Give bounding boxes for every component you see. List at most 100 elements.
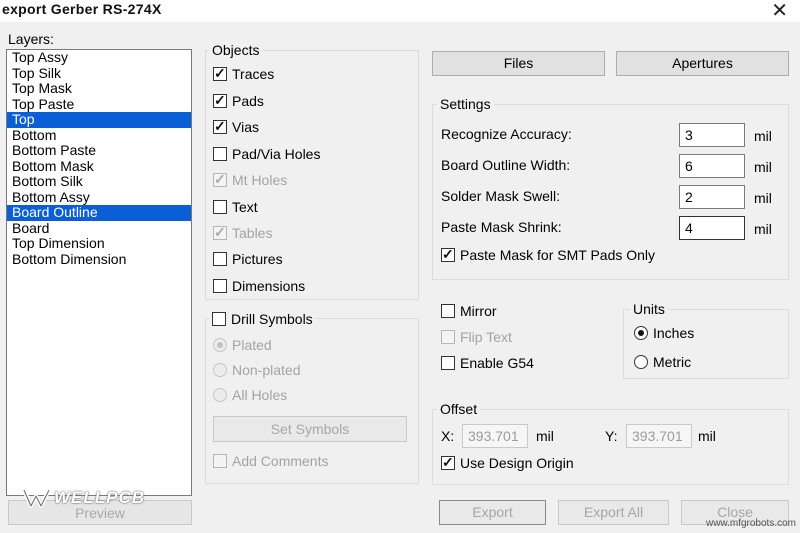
- layer-item-top-paste[interactable]: Top Paste: [7, 96, 191, 113]
- layer-item-bottom-paste[interactable]: Bottom Paste: [7, 142, 191, 159]
- pad-via-holes-checkbox[interactable]: Pad/Via Holes: [213, 146, 320, 162]
- layer-item-top-assy[interactable]: Top Assy: [7, 49, 191, 66]
- settings-title: Settings: [437, 96, 494, 112]
- drill-symbols-checkbox[interactable]: Drill Symbols: [209, 311, 316, 327]
- layer-item-bottom[interactable]: Bottom: [7, 127, 191, 144]
- pad-via-holes-label: Pad/Via Holes: [232, 146, 321, 162]
- dimensions-checkbox[interactable]: Dimensions: [213, 278, 305, 294]
- offset-y-label: Y:: [605, 428, 618, 444]
- enable-g54-label: Enable G54: [460, 355, 534, 371]
- logo-text: WELLPCB: [54, 488, 146, 507]
- layer-item-bottom-mask[interactable]: Bottom Mask: [7, 158, 191, 175]
- add-comments-check-box: [213, 454, 227, 468]
- layers-listbox[interactable]: Top Assy Top Silk Top Mask Top Paste Top…: [6, 49, 192, 496]
- tables-label: Tables: [232, 225, 273, 241]
- mirror-checkbox[interactable]: Mirror: [441, 303, 497, 319]
- layer-item-board[interactable]: Board: [7, 220, 191, 237]
- non-plated-radio: Non-plated: [213, 362, 301, 378]
- paste-mask-smt-label: Paste Mask for SMT Pads Only: [460, 247, 656, 263]
- mirror-label: Mirror: [460, 303, 497, 319]
- non-plated-label: Non-plated: [232, 362, 301, 378]
- drill-symbols-check-box[interactable]: [212, 312, 226, 326]
- layer-item-board-outline[interactable]: Board Outline: [7, 204, 191, 221]
- pads-check-box[interactable]: [213, 92, 227, 108]
- text-checkbox[interactable]: Text: [213, 199, 258, 215]
- files-button-label: Files: [503, 55, 534, 71]
- flip-text-checkbox: Flip Text: [441, 329, 512, 345]
- traces-checkbox[interactable]: Traces: [213, 65, 274, 82]
- wellpcb-logo: WELLPCB: [22, 485, 145, 511]
- add-comments-label: Add Comments: [232, 453, 329, 469]
- layer-item-top[interactable]: Top: [7, 111, 191, 128]
- paste-mask-shrink-input[interactable]: 4: [679, 216, 745, 240]
- all-holes-label: All Holes: [232, 387, 288, 403]
- export-button[interactable]: Export: [439, 500, 546, 525]
- text-check-box[interactable]: [213, 200, 227, 214]
- enable-g54-checkbox[interactable]: Enable G54: [441, 355, 534, 371]
- layer-item-top-silk[interactable]: Top Silk: [7, 65, 191, 82]
- all-holes-radio: All Holes: [213, 387, 287, 403]
- mt-holes-check-box: [213, 171, 227, 187]
- mt-holes-label: Mt Holes: [232, 172, 288, 188]
- dimensions-label: Dimensions: [232, 278, 306, 294]
- export-all-button[interactable]: Export All: [558, 500, 669, 525]
- metric-radio-dot[interactable]: [634, 355, 648, 369]
- flip-text-check-box: [441, 330, 455, 344]
- pictures-check-box[interactable]: [213, 252, 227, 266]
- traces-check-box[interactable]: [213, 65, 227, 81]
- inches-label: Inches: [653, 325, 695, 341]
- close-icon[interactable]: ✕: [771, 0, 788, 23]
- objects-title: Objects: [209, 42, 263, 58]
- apertures-button[interactable]: Apertures: [616, 51, 789, 76]
- layer-item-top-dimension[interactable]: Top Dimension: [7, 235, 191, 252]
- metric-radio[interactable]: Metric: [634, 354, 691, 370]
- offset-x-unit: mil: [536, 428, 554, 444]
- plated-radio-dot: [213, 338, 227, 352]
- add-comments-checkbox: Add Comments: [213, 453, 328, 469]
- vias-check-box[interactable]: [213, 118, 227, 134]
- vias-checkbox[interactable]: Vias: [213, 118, 259, 135]
- board-outline-width-input[interactable]: 6: [679, 154, 745, 178]
- layer-item-bottom-dimension[interactable]: Bottom Dimension: [7, 251, 191, 268]
- units-title: Units: [630, 301, 668, 317]
- offset-y-input: 393.701: [626, 424, 692, 448]
- inches-radio-dot[interactable]: [634, 326, 648, 340]
- enable-g54-check-box[interactable]: [441, 356, 455, 370]
- recognize-accuracy-input[interactable]: 3: [679, 123, 745, 147]
- layers-label: Layers:: [8, 31, 54, 47]
- vias-label: Vias: [232, 119, 259, 135]
- watermark-text: www.mfgrobots.com: [705, 518, 796, 529]
- set-symbols-label: Set Symbols: [270, 421, 350, 437]
- layer-item-bottom-silk[interactable]: Bottom Silk: [7, 173, 191, 190]
- mt-holes-checkbox: Mt Holes: [213, 171, 288, 188]
- board-outline-width-label: Board Outline Width:: [441, 157, 571, 173]
- pictures-checkbox[interactable]: Pictures: [213, 251, 283, 267]
- paste-mask-smt-checkbox[interactable]: Paste Mask for SMT Pads Only: [441, 246, 656, 263]
- use-design-origin-checkbox[interactable]: Use Design Origin: [441, 454, 574, 471]
- solder-mask-swell-input[interactable]: 2: [679, 185, 745, 209]
- paste-mask-smt-check-box[interactable]: [441, 246, 455, 262]
- offset-y-unit: mil: [698, 428, 716, 444]
- plated-label: Plated: [232, 337, 272, 353]
- layer-item-bottom-assy[interactable]: Bottom Assy: [7, 189, 191, 206]
- non-plated-radio-dot: [213, 363, 227, 377]
- solder-mask-swell-label: Solder Mask Swell:: [441, 188, 561, 204]
- solder-mask-swell-unit: mil: [754, 190, 772, 206]
- plated-radio: Plated: [213, 337, 272, 353]
- wellpcb-logo-icon: [22, 489, 51, 508]
- dimensions-check-box[interactable]: [213, 279, 227, 293]
- use-design-origin-check-box[interactable]: [441, 454, 455, 470]
- inches-radio[interactable]: Inches: [634, 325, 694, 341]
- mirror-check-box[interactable]: [441, 304, 455, 318]
- recognize-accuracy-label: Recognize Accuracy:: [441, 126, 572, 142]
- files-button[interactable]: Files: [432, 51, 605, 76]
- use-design-origin-label: Use Design Origin: [460, 455, 574, 471]
- pads-label: Pads: [232, 93, 264, 109]
- pads-checkbox[interactable]: Pads: [213, 92, 264, 109]
- tables-checkbox: Tables: [213, 224, 273, 241]
- pad-via-holes-check-box[interactable]: [213, 147, 227, 161]
- board-outline-width-unit: mil: [754, 159, 772, 175]
- export-all-button-label: Export All: [583, 504, 644, 520]
- recognize-accuracy-unit: mil: [754, 128, 772, 144]
- layer-item-top-mask[interactable]: Top Mask: [7, 80, 191, 97]
